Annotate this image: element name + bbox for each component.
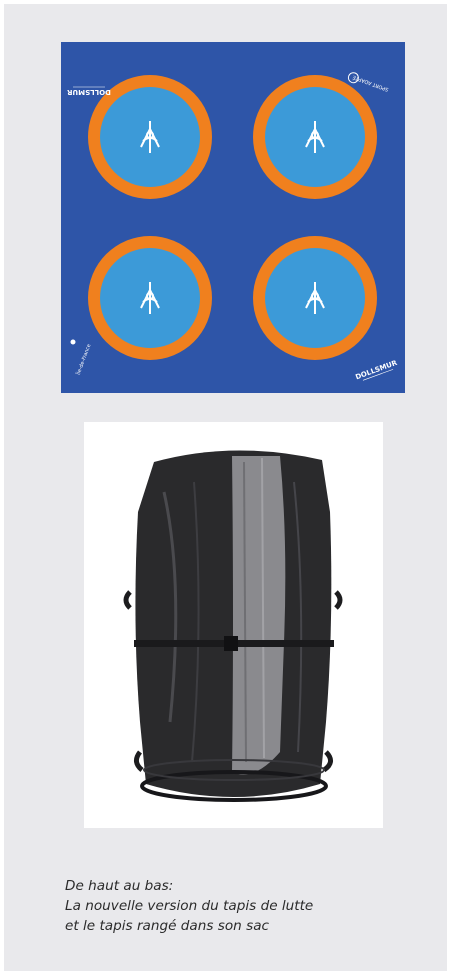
foam-mat-roll [232, 456, 286, 775]
svg-text:DOLLSMUR: DOLLSMUR [67, 88, 111, 96]
caption-line-2: La nouvelle version du tapis de lutte [65, 898, 314, 914]
wrestling-mat-illustration: DOLLSMUR SPORT ADAPTÉ Île-de-France DOLL… [61, 42, 405, 393]
storage-bag-image [84, 422, 383, 828]
wrestling-mat-image: DOLLSMUR SPORT ADAPTÉ Île-de-France DOLL… [61, 42, 405, 393]
image-caption: De haut au bas: La nouvelle version du t… [65, 876, 425, 936]
storage-bag-illustration [84, 422, 383, 828]
caption-line-3: et le tapis rangé dans son sac [65, 918, 269, 934]
mat-circle-bottom-left [88, 236, 212, 360]
caption-line-1: De haut au bas: [65, 878, 174, 894]
star-logo-icon [70, 339, 76, 345]
mat-circle-bottom-right [253, 236, 377, 360]
mat-circle-top-right [253, 75, 377, 199]
dollsmur-logo-top-left: DOLLSMUR [67, 86, 111, 96]
